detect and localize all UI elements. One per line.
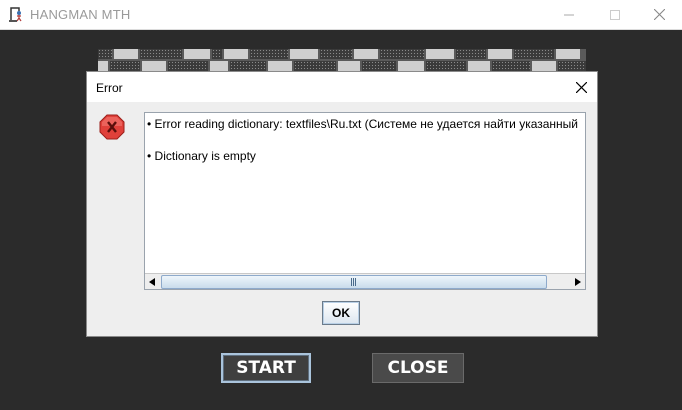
error-dialog: Error • Error reading dictionary: textfi… [86,71,598,337]
scrollbar-thumb[interactable] [161,275,547,289]
board-tile [114,49,138,59]
board-tile [98,61,108,71]
board-tile [184,49,210,59]
board-tile [492,61,530,71]
window-titlebar: HANGMAN MTH [0,0,682,30]
error-message-line: • Dictionary is empty [147,149,256,163]
board-tile [250,49,288,59]
maximize-icon [610,9,620,20]
board-tile [290,49,318,59]
board-tile [212,49,222,59]
arrow-right-icon [575,277,581,286]
letter-board [98,49,586,71]
board-tile [558,61,586,71]
board-tile [488,49,512,59]
minimize-button[interactable] [546,0,592,29]
board-tile [362,61,396,71]
board-tile [98,49,112,59]
board-tile [142,61,166,71]
minimize-icon [564,14,574,15]
scroll-right-button[interactable] [571,274,585,289]
board-tile [556,49,580,59]
board-tile [354,49,378,59]
board-tile [140,49,182,59]
ok-button[interactable]: OK [322,301,360,325]
board-tile [380,49,424,59]
dialog-titlebar: Error [87,72,597,102]
board-tile [426,49,454,59]
board-row-top [98,49,586,59]
board-tile [168,61,208,71]
arrow-left-icon [149,277,155,286]
close-icon [653,9,665,20]
scroll-left-button[interactable] [145,274,159,289]
board-row-bottom [98,61,586,71]
board-tile [514,49,554,59]
close-icon [575,81,587,93]
horizontal-scrollbar[interactable] [145,273,585,289]
board-tile [210,61,228,71]
board-tile [320,49,352,59]
board-tile [338,61,360,71]
board-tile [532,61,556,71]
error-message-area[interactable]: • Error reading dictionary: textfiles\Ru… [144,112,586,290]
dialog-close-button[interactable] [565,72,597,102]
error-icon [99,114,125,140]
board-tile [398,61,424,71]
close-button[interactable]: CLOSE [372,353,464,383]
hangman-app-icon [8,6,24,22]
error-message-line: • Error reading dictionary: textfiles\Ru… [147,117,579,131]
board-tile [294,61,336,71]
start-button[interactable]: START [221,353,311,383]
board-tile [426,61,466,71]
board-tile [268,61,292,71]
dialog-title: Error [96,81,123,95]
window-title: HANGMAN MTH [30,7,131,22]
maximize-button[interactable] [592,0,638,29]
board-tile [456,49,486,59]
board-tile [468,61,490,71]
window-close-button[interactable] [636,0,682,29]
board-tile [230,61,266,71]
board-tile [224,49,248,59]
grip-icon [351,278,357,286]
board-tile [110,61,140,71]
